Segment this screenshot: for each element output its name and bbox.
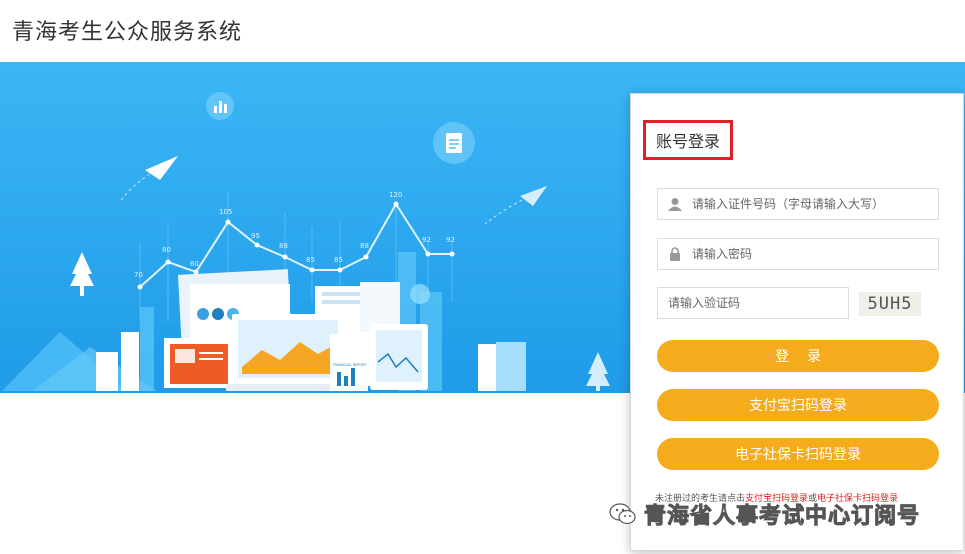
chart-label: 60 (190, 260, 199, 268)
chart-label: 80 (162, 246, 171, 254)
account-login-tab[interactable]: 账号登录 (643, 120, 733, 160)
chart-label: 88 (360, 242, 369, 250)
watermark-text: 青海省人事考试中心订阅号 (643, 504, 921, 530)
id-number-input[interactable] (692, 190, 938, 218)
login-panel: 账号登录 5UH5 登录 支付宝扫码登录 电子社保卡扫码登录 未注册过的考生请点… (630, 93, 964, 551)
password-input[interactable] (692, 240, 938, 268)
chart-label: 70 (134, 271, 143, 279)
captcha-field[interactable] (657, 287, 849, 319)
social-card-qr-login-button[interactable]: 电子社保卡扫码登录 (657, 438, 939, 470)
chart-label: 92 (446, 236, 455, 244)
login-button[interactable]: 登录 (657, 340, 939, 372)
id-number-field[interactable] (657, 188, 939, 220)
chart-label: 85 (334, 256, 343, 264)
page: 青海考生公众服务系统 70 80 60 105 95 88 85 85 88 1… (0, 0, 965, 554)
wechat-watermark: 青海省人事考试中心订阅号 (608, 498, 920, 530)
chart-label: 92 (422, 236, 431, 244)
document-icon (433, 122, 475, 164)
chart-icon (206, 92, 234, 120)
chart-label: 85 (306, 256, 315, 264)
wechat-icon (609, 503, 636, 525)
chart-label: 120 (389, 191, 402, 199)
alipay-qr-login-button[interactable]: 支付宝扫码登录 (657, 389, 939, 421)
chart-label: 88 (279, 242, 288, 250)
report-title: FINANCIAL REPORT (333, 363, 367, 367)
header: 青海考生公众服务系统 (0, 0, 965, 60)
captcha-input[interactable] (658, 289, 848, 317)
chart-label: 95 (251, 232, 260, 240)
user-icon (658, 189, 692, 219)
captcha-image[interactable]: 5UH5 (859, 292, 921, 316)
lock-icon (658, 239, 692, 269)
chart-label: 105 (219, 208, 232, 216)
password-field[interactable] (657, 238, 939, 270)
site-title: 青海考生公众服务系统 (12, 20, 243, 45)
